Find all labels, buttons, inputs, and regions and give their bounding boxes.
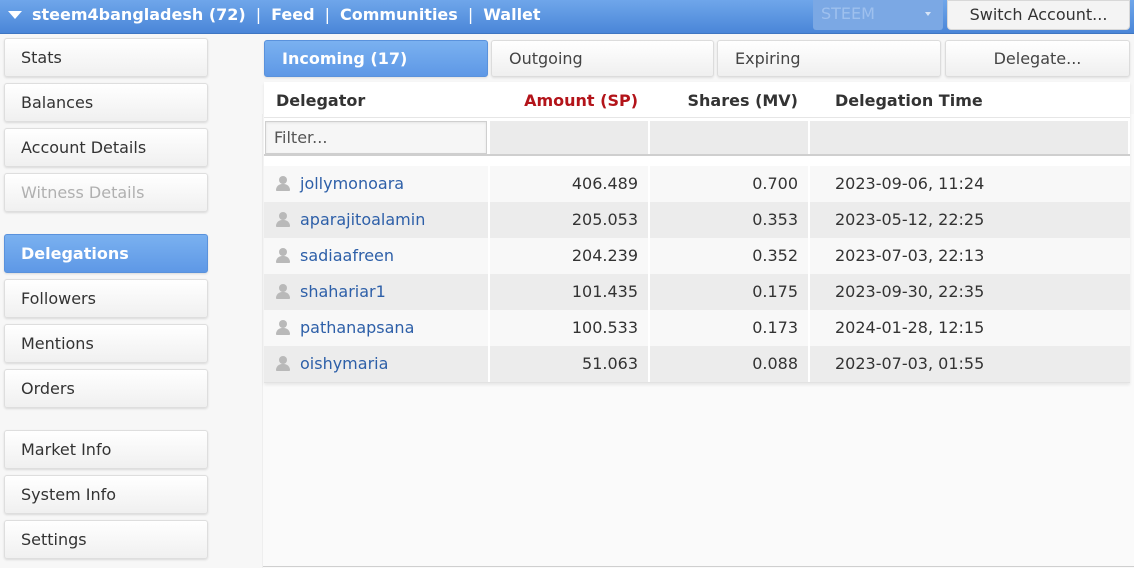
filter-row bbox=[264, 118, 1130, 156]
sidebar: Stats Balances Account Details Witness D… bbox=[0, 34, 212, 568]
delegation-time-cell: 2023-09-06, 11:24 bbox=[835, 174, 985, 193]
sidebar-item-orders[interactable]: Orders bbox=[4, 369, 208, 408]
main-content: Incoming (17) Outgoing Expiring Delegate… bbox=[262, 34, 1134, 568]
nav-separator: | bbox=[324, 4, 330, 24]
table-row: pathanapsana 100.533 0.173 2024-01-28, 1… bbox=[264, 310, 1130, 346]
amount-cell: 204.239 bbox=[571, 246, 638, 265]
chevron-down-icon[interactable] bbox=[8, 11, 22, 19]
coin-select-value: STEEM bbox=[821, 4, 875, 23]
delegator-link[interactable]: sadiaafreen bbox=[300, 238, 394, 274]
shares-cell: 0.700 bbox=[752, 174, 798, 193]
nav-communities[interactable]: Communities bbox=[340, 5, 458, 24]
panel-bottom-border bbox=[263, 566, 1134, 567]
delegations-table: Delegator Amount (SP) Shares (MV) Delega… bbox=[264, 82, 1130, 383]
delegation-time-cell: 2023-07-03, 22:13 bbox=[835, 246, 985, 265]
sidebar-item-stats[interactable]: Stats bbox=[4, 38, 208, 77]
delegator-link[interactable]: shahariar1 bbox=[300, 274, 386, 310]
delegator-link[interactable]: pathanapsana bbox=[300, 310, 414, 346]
top-nav: steem4bangladesh (72) | Feed | Communiti… bbox=[8, 0, 541, 28]
table-body: jollymonoara 406.489 0.700 2023-09-06, 1… bbox=[264, 156, 1130, 382]
table-row: oishymaria 51.063 0.088 2023-07-03, 01:5… bbox=[264, 346, 1130, 382]
amount-cell: 205.053 bbox=[571, 210, 638, 229]
user-icon bbox=[276, 248, 290, 264]
filter-input[interactable] bbox=[265, 121, 487, 154]
delegation-time-cell: 2023-05-12, 22:25 bbox=[835, 210, 985, 229]
sidebar-item-balances[interactable]: Balances bbox=[4, 83, 208, 122]
filter-cell bbox=[810, 121, 1128, 154]
table-header: Delegator Amount (SP) Shares (MV) Delega… bbox=[264, 82, 1130, 118]
delegator-link[interactable]: oishymaria bbox=[300, 346, 388, 382]
amount-cell: 100.533 bbox=[571, 318, 638, 337]
sidebar-item-settings[interactable]: Settings bbox=[4, 520, 208, 559]
user-icon bbox=[276, 320, 290, 336]
table-row: aparajitoalamin 205.053 0.353 2023-05-12… bbox=[264, 202, 1130, 238]
sidebar-item-mentions[interactable]: Mentions bbox=[4, 324, 208, 363]
user-icon bbox=[276, 356, 290, 372]
nav-separator: | bbox=[255, 4, 262, 24]
sidebar-item-account-details[interactable]: Account Details bbox=[4, 128, 208, 167]
sidebar-item-witness-details: Witness Details bbox=[4, 173, 208, 212]
tab-expiring[interactable]: Expiring bbox=[717, 40, 941, 77]
sidebar-item-followers[interactable]: Followers bbox=[4, 279, 208, 318]
nav-wallet[interactable]: Wallet bbox=[483, 5, 540, 24]
user-icon bbox=[276, 284, 290, 300]
table-row: jollymonoara 406.489 0.700 2023-09-06, 1… bbox=[264, 166, 1130, 202]
account-menu[interactable]: steem4bangladesh (72) bbox=[32, 5, 246, 24]
column-header-amount[interactable]: Amount (SP) bbox=[490, 82, 638, 118]
amount-cell: 101.435 bbox=[571, 282, 638, 301]
user-icon bbox=[276, 176, 290, 192]
delegator-link[interactable]: jollymonoara bbox=[300, 166, 404, 202]
nav-separator: | bbox=[467, 4, 474, 24]
coin-select[interactable]: STEEM bbox=[813, 0, 943, 30]
sidebar-item-delegations[interactable]: Delegations bbox=[4, 234, 208, 273]
tab-incoming[interactable]: Incoming (17) bbox=[264, 40, 488, 77]
delegation-time-cell: 2023-09-30, 22:35 bbox=[835, 282, 985, 301]
switch-account-button[interactable]: Switch Account... bbox=[947, 0, 1130, 30]
dropdown-arrow-icon bbox=[925, 12, 931, 16]
column-header-delegation-time[interactable]: Delegation Time bbox=[835, 82, 983, 118]
shares-cell: 0.175 bbox=[752, 282, 798, 301]
amount-cell: 51.063 bbox=[582, 354, 638, 373]
shares-cell: 0.353 bbox=[752, 210, 798, 229]
shares-cell: 0.088 bbox=[752, 354, 798, 373]
sidebar-item-market-info[interactable]: Market Info bbox=[4, 430, 208, 469]
top-bar: steem4bangladesh (72) | Feed | Communiti… bbox=[0, 0, 1134, 34]
user-icon bbox=[276, 212, 290, 228]
nav-feed[interactable]: Feed bbox=[271, 5, 314, 24]
table-row: sadiaafreen 204.239 0.352 2023-07-03, 22… bbox=[264, 238, 1130, 274]
sidebar-item-system-info[interactable]: System Info bbox=[4, 475, 208, 514]
delegation-time-cell: 2024-01-28, 12:15 bbox=[835, 318, 985, 337]
filter-cell bbox=[490, 121, 648, 154]
table-row: shahariar1 101.435 0.175 2023-09-30, 22:… bbox=[264, 274, 1130, 310]
column-header-shares[interactable]: Shares (MV) bbox=[650, 82, 798, 118]
delegation-time-cell: 2023-07-03, 01:55 bbox=[835, 354, 985, 373]
column-header-delegator[interactable]: Delegator bbox=[276, 82, 365, 118]
shares-cell: 0.352 bbox=[752, 246, 798, 265]
tab-outgoing[interactable]: Outgoing bbox=[491, 40, 714, 77]
shares-cell: 0.173 bbox=[752, 318, 798, 337]
delegator-link[interactable]: aparajitoalamin bbox=[300, 202, 425, 238]
amount-cell: 406.489 bbox=[571, 174, 638, 193]
delegate-button[interactable]: Delegate... bbox=[945, 40, 1130, 77]
filter-cell bbox=[650, 121, 808, 154]
